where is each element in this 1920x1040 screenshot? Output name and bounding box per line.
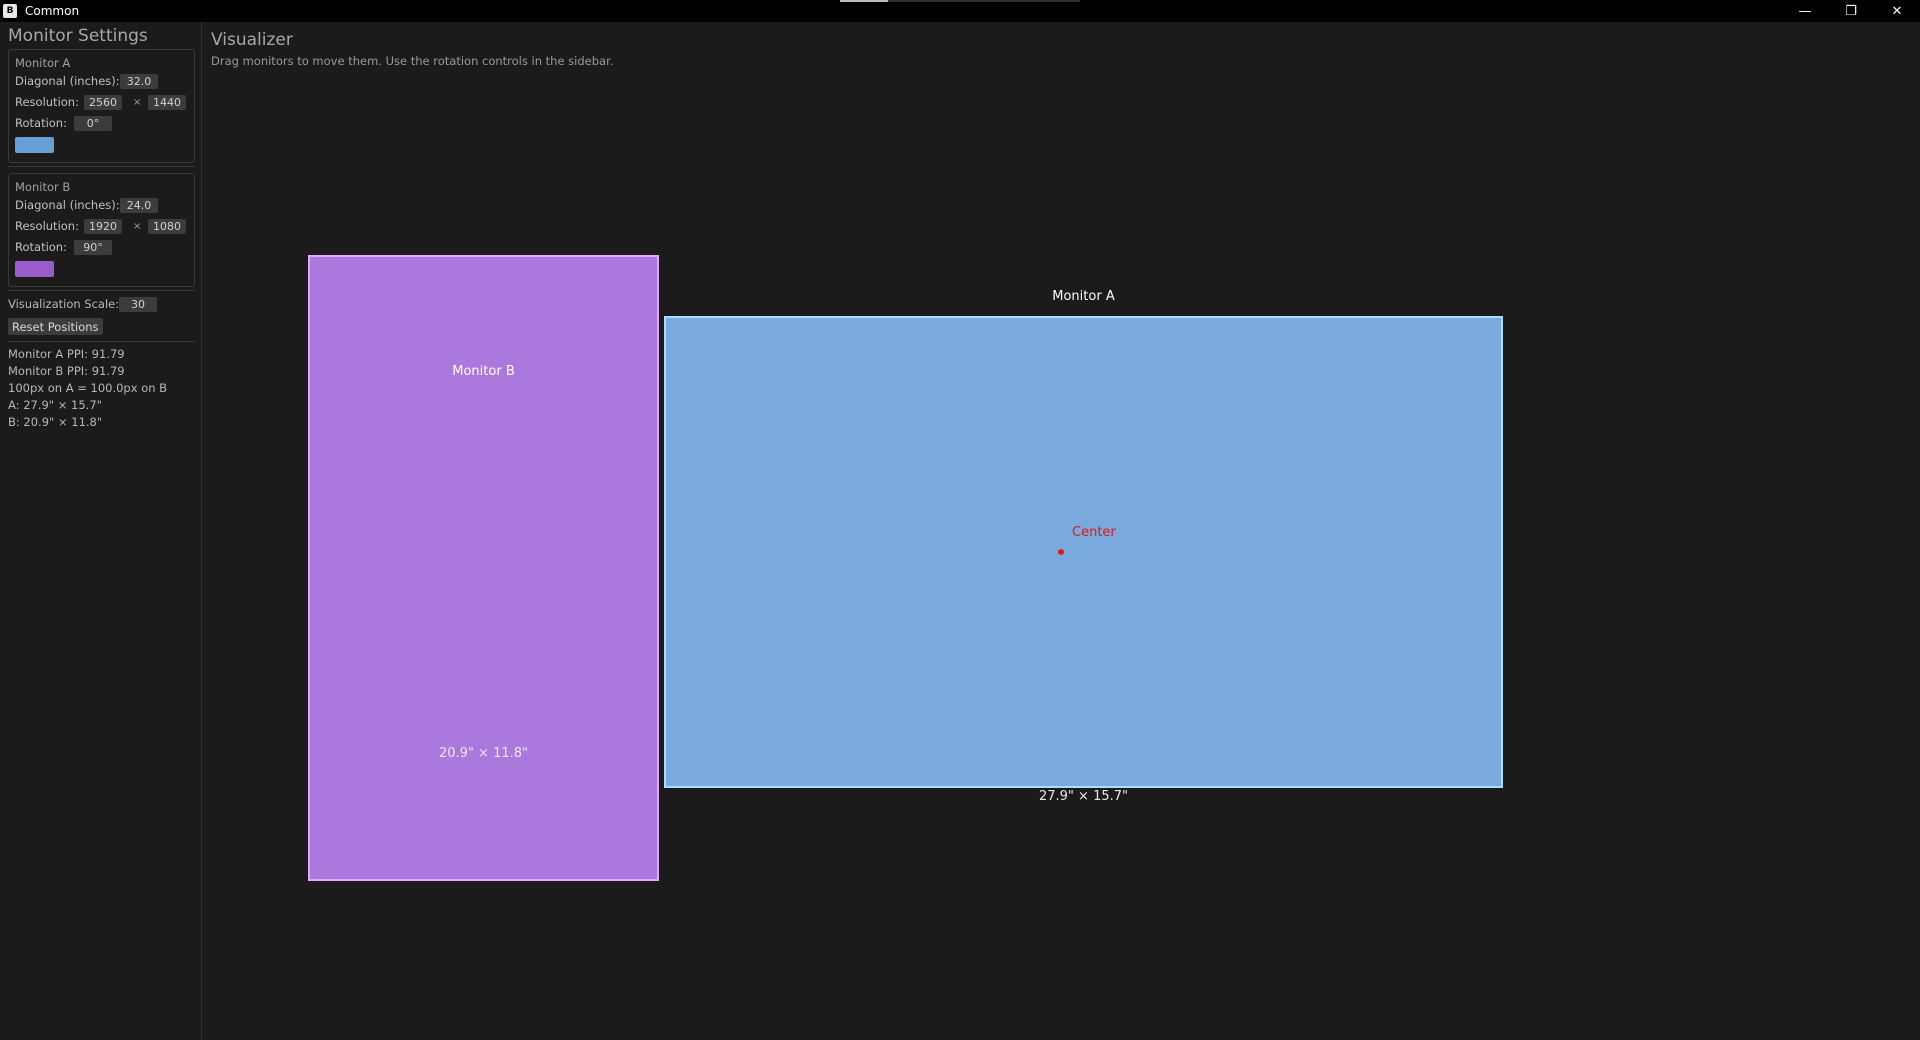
sidebar: Monitor Settings Monitor A Diagonal (inc… [0, 22, 202, 1040]
stat-a-ppi: Monitor A PPI: 91.79 [8, 347, 125, 361]
diagonal-label: Diagonal (inches): [15, 198, 120, 212]
resolution-label: Resolution: [15, 219, 79, 233]
visualizer-instructions: Drag monitors to move them. Use the rota… [211, 54, 614, 68]
stat-b-size: B: 20.9" × 11.8" [8, 415, 103, 429]
window-title: Common [25, 4, 80, 18]
app-icon: B [3, 4, 17, 18]
monitor-b-panel-title: Monitor B [15, 180, 71, 194]
scale-label: Visualization Scale: [8, 297, 120, 311]
minimize-button[interactable]: — [1782, 0, 1828, 22]
stat-a-size: A: 27.9" × 15.7" [8, 398, 102, 412]
monitor-a-rotation-input[interactable]: 0° [74, 116, 112, 131]
divider [8, 341, 195, 342]
resolution-separator: × [133, 221, 142, 232]
title-bar-indicator-active [840, 0, 888, 2]
divider [8, 166, 195, 167]
center-marker-dot [1058, 549, 1064, 555]
monitor-a-rect[interactable] [664, 316, 1503, 788]
divider [8, 290, 195, 291]
title-bar: B Common — ❐ ✕ [0, 0, 1920, 22]
monitor-b-rotation-input[interactable]: 90° [74, 240, 112, 255]
reset-positions-button[interactable]: Reset Positions [8, 318, 103, 335]
sidebar-title: Monitor Settings [8, 26, 148, 46]
window-controls: — ❐ ✕ [1782, 0, 1920, 22]
monitor-a-dimensions: 27.9" × 15.7" [1038, 789, 1128, 804]
monitor-b-dimensions: 20.9" × 11.8" [438, 746, 528, 761]
monitor-b-diagonal-input[interactable]: 24.0 [120, 198, 158, 213]
diagonal-label: Diagonal (inches): [15, 74, 120, 88]
stat-px-conversion: 100px on A = 100.0px on B [8, 381, 168, 395]
resolution-separator: × [133, 97, 142, 108]
visualizer-title: Visualizer [211, 30, 293, 50]
rotation-label: Rotation: [15, 116, 67, 130]
scale-input[interactable]: 30 [119, 297, 157, 312]
monitor-a-panel: Monitor A Diagonal (inches): 32.0 Resolu… [8, 49, 195, 163]
rotation-label: Rotation: [15, 240, 67, 254]
monitor-a-color-swatch[interactable] [15, 137, 54, 153]
monitor-b-width-input[interactable]: 1920 [84, 219, 122, 234]
monitor-b-color-swatch[interactable] [15, 261, 54, 277]
center-label: Center [1072, 525, 1116, 540]
title-bar-indicator [840, 0, 1080, 2]
monitor-a-label: Monitor A [1052, 289, 1115, 304]
stat-b-ppi: Monitor B PPI: 91.79 [8, 364, 125, 378]
close-button[interactable]: ✕ [1874, 0, 1920, 22]
monitor-b-height-input[interactable]: 1080 [148, 219, 186, 234]
restore-button[interactable]: ❐ [1828, 0, 1874, 22]
monitor-a-diagonal-input[interactable]: 32.0 [120, 74, 158, 89]
monitor-a-panel-title: Monitor A [15, 56, 71, 70]
monitor-a-height-input[interactable]: 1440 [148, 95, 186, 110]
resolution-label: Resolution: [15, 95, 79, 109]
monitor-b-panel: Monitor B Diagonal (inches): 24.0 Resolu… [8, 173, 195, 287]
monitor-b-rect[interactable]: Monitor B 20.9" × 11.8" [308, 255, 659, 881]
monitor-b-label: Monitor B [452, 364, 515, 379]
monitor-a-width-input[interactable]: 2560 [84, 95, 122, 110]
